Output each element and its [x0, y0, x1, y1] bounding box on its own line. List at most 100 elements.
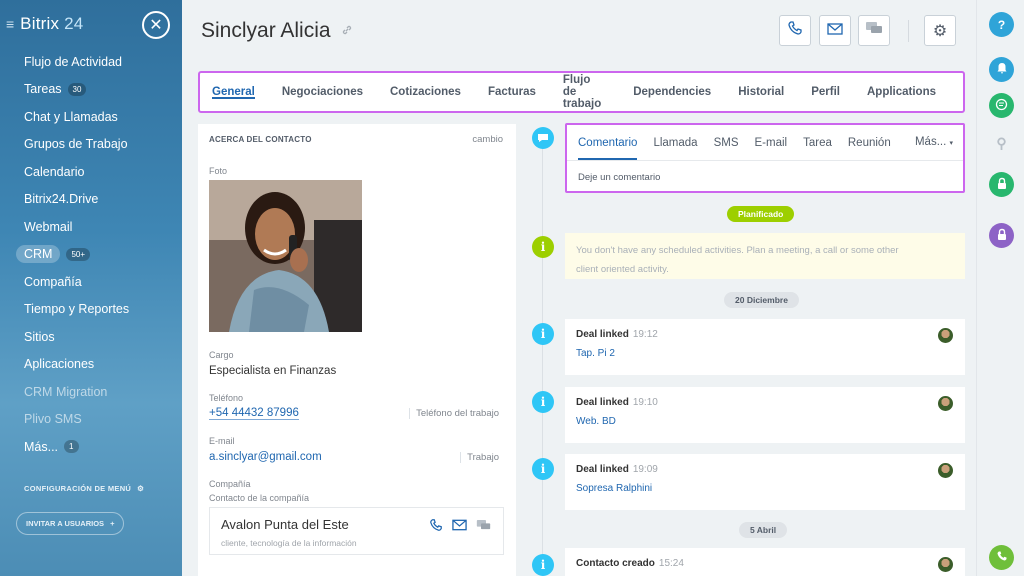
tab-general[interactable]: General: [212, 73, 255, 111]
info-icon: i: [532, 391, 554, 413]
contact-photo[interactable]: [209, 180, 362, 332]
help-button[interactable]: ?: [989, 12, 1014, 37]
brand-logo[interactable]: Bitrix 24: [20, 14, 83, 34]
tab-deals[interactable]: Negociaciones: [282, 73, 363, 111]
tab-history[interactable]: Historial: [738, 73, 784, 111]
lock-button-2[interactable]: [989, 223, 1014, 248]
phone-icon[interactable]: [429, 518, 443, 537]
sidebar-item-chat[interactable]: Chat y Llamadas: [0, 103, 182, 131]
phone-link[interactable]: +54 44432 87996: [209, 407, 299, 420]
tab-email[interactable]: E-mail: [755, 125, 788, 160]
more-tabs-dropdown[interactable]: Más... ▾: [915, 136, 953, 148]
company-name[interactable]: Avalon Punta del Este: [221, 517, 349, 532]
sidebar-item-time-reports[interactable]: Tiempo y Reportes: [0, 296, 182, 324]
sidebar-item-webmail[interactable]: Webmail: [0, 213, 182, 241]
tab-meeting[interactable]: Reunión: [848, 125, 891, 160]
tab-comment[interactable]: Comentario: [578, 125, 638, 160]
sidebar-item-plivo-sms[interactable]: Plivo SMS: [0, 406, 182, 434]
avatar[interactable]: [938, 557, 953, 572]
lock-button[interactable]: [989, 172, 1014, 197]
sidebar-item-activity[interactable]: Flujo de Actividad: [0, 48, 182, 76]
count-badge: 30: [67, 82, 87, 96]
comment-input[interactable]: Deje un comentario: [578, 172, 660, 183]
company-item[interactable]: Avalon Punta del Este cliente, tecnologí…: [209, 507, 504, 555]
header-divider: [908, 20, 909, 42]
open-lines-button[interactable]: [989, 93, 1014, 118]
tab-workflow[interactable]: Flujo de trabajo: [563, 73, 606, 111]
tab-applications[interactable]: Applications: [867, 73, 936, 111]
tab-task[interactable]: Tarea: [803, 125, 832, 160]
item-title: Contacto creado 15:24: [576, 558, 684, 569]
contact-info-card: ACERCA DEL CONTACTO cambio Foto Cargo Es…: [198, 124, 516, 576]
avatar[interactable]: [938, 396, 953, 411]
notifications-button[interactable]: [989, 57, 1014, 82]
settings-button[interactable]: ⚙: [924, 15, 956, 46]
sidebar-item-workgroups[interactable]: Grupos de Trabajo: [0, 131, 182, 159]
plus-icon: +: [110, 519, 115, 528]
tab-dependencies[interactable]: Dependencies: [633, 73, 711, 111]
phone-icon: [787, 20, 803, 41]
tab-sms[interactable]: SMS: [714, 125, 739, 160]
gear-icon: ⚙: [932, 22, 948, 40]
info-icon: i: [532, 323, 554, 345]
item-time: 19:12: [632, 329, 658, 340]
email-link[interactable]: a.sinclyar@gmail.com: [209, 451, 322, 463]
avatar[interactable]: [938, 463, 953, 478]
info-icon: i: [532, 458, 554, 480]
edit-link[interactable]: cambio: [472, 134, 503, 145]
item-title: Deal linked 19:12: [576, 329, 658, 340]
deal-link[interactable]: Sopresa Ralphini: [576, 483, 652, 494]
phone-icon: [996, 550, 1008, 565]
sidebar-item-drive[interactable]: Bitrix24.Drive: [0, 186, 182, 214]
mail-icon[interactable]: [452, 518, 467, 537]
invite-users-button[interactable]: INVITAR A USUARIOS +: [16, 512, 125, 535]
tab-quotes[interactable]: Cotizaciones: [390, 73, 461, 111]
tab-profile[interactable]: Perfil: [811, 73, 840, 111]
email-button[interactable]: [819, 15, 851, 46]
sidebar-item-applications[interactable]: Aplicaciones: [0, 351, 182, 379]
company-sublabel: Contacto de la compañía: [209, 493, 310, 503]
chat-bubble-icon: [995, 98, 1008, 114]
timeline-item: Deal linked 19:10 Web. BD: [565, 387, 965, 443]
planned-badge: Planificado: [727, 206, 795, 222]
company-description: cliente, tecnología de la información: [221, 538, 357, 548]
sidebar-item-tasks[interactable]: Tareas 30: [0, 76, 182, 104]
sidebar-item-label: CRM: [16, 245, 61, 264]
call-button[interactable]: [779, 15, 811, 46]
close-slider-button[interactable]: ✕: [142, 11, 170, 39]
avatar[interactable]: [938, 328, 953, 343]
deal-link[interactable]: Tap. Pi 2: [576, 348, 615, 359]
link-icon[interactable]: [341, 24, 353, 39]
search-button[interactable]: ⚲: [989, 131, 1014, 156]
sidebar-item-crm-migration[interactable]: CRM Migration: [0, 378, 182, 406]
chat-icon: [865, 21, 883, 40]
photo-label: Foto: [209, 166, 228, 176]
more-label: Más...: [914, 136, 947, 148]
company-actions: [429, 518, 491, 537]
sidebar-item-calendar[interactable]: Calendario: [0, 158, 182, 186]
chat-icon[interactable]: [476, 518, 491, 537]
sidebar-item-sites[interactable]: Sitios: [0, 323, 182, 351]
timeline-line: [542, 138, 543, 576]
menu-icon[interactable]: ≡: [6, 16, 14, 32]
sidebar-item-label: Calendario: [24, 164, 85, 179]
timeline-item: Deal linked 19:09 Sopresa Ralphini: [565, 454, 965, 510]
invite-users-label: INVITAR A USUARIOS: [26, 519, 105, 528]
chat-button[interactable]: [858, 15, 890, 46]
item-time: 19:09: [632, 464, 658, 475]
menu-config-link[interactable]: CONFIGURACIÓN DE MENÚ ⚙: [24, 484, 144, 493]
sidebar-item-label: Más...: [24, 439, 59, 454]
chevron-down-icon: ▾: [949, 140, 953, 147]
call-button-side[interactable]: [989, 545, 1014, 570]
tab-invoices[interactable]: Facturas: [488, 73, 536, 111]
tab-call[interactable]: Llamada: [653, 125, 697, 160]
deal-link[interactable]: Web. BD: [576, 416, 616, 427]
activity-editor: Comentario Llamada SMS E-mail Tarea Reun…: [565, 123, 965, 193]
sidebar-item-crm[interactable]: CRM 50+: [0, 241, 182, 269]
gear-icon: ⚙: [137, 484, 145, 493]
sidebar-item-label: CRM Migration: [24, 384, 108, 399]
sidebar-item-more[interactable]: Más... 1: [0, 433, 182, 461]
mail-icon: [827, 22, 843, 40]
sidebar-item-label: Bitrix24.Drive: [24, 192, 99, 207]
sidebar-item-company[interactable]: Compañía: [0, 268, 182, 296]
